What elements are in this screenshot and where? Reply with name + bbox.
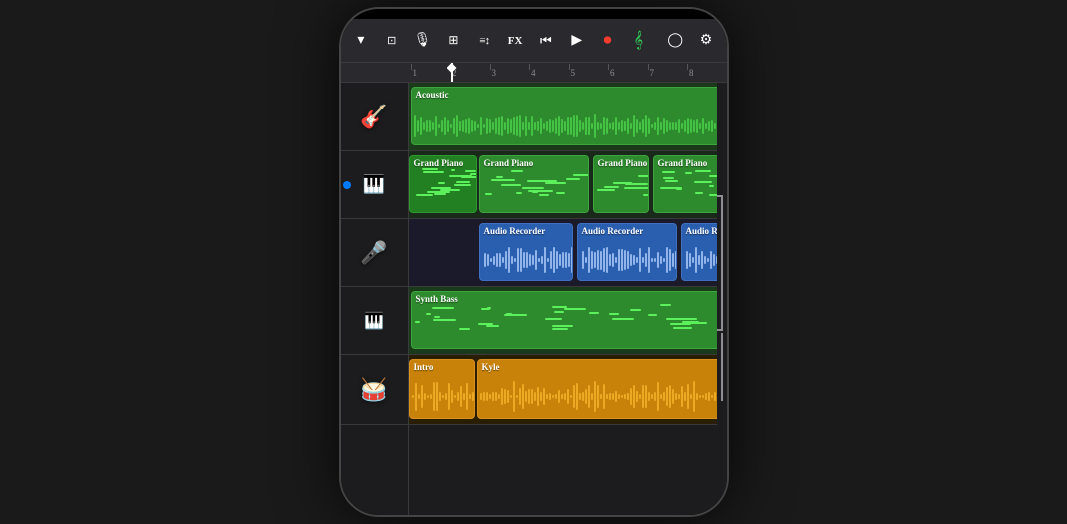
track-view-button[interactable]: ⊡: [379, 27, 404, 55]
bracket-lower: [717, 333, 723, 401]
headphones-button[interactable]: ◯: [663, 27, 688, 55]
toolbar: ▾ ⊡ 🎙 ⊞ ≡↕ FX ⏮ ▶ ⏺ 𝄞 ◯ ⚙: [341, 19, 727, 63]
piano-clip-2[interactable]: Grand Piano: [593, 155, 649, 213]
synth-bass-track[interactable]: Synth Bass: [409, 287, 717, 355]
ruler: 1 2 3 4 5 6 7 8: [341, 63, 727, 83]
synth-icon: 🎹: [364, 311, 384, 331]
screen: ▾ ⊡ 🎙 ⊞ ≡↕ FX ⏮ ▶ ⏺ 𝄞 ◯ ⚙ 1 2 3 4 5 6 7: [341, 9, 727, 515]
synth-clip-main[interactable]: Synth Bass: [411, 291, 717, 349]
piano-side-indicator: [343, 181, 351, 189]
drums-track[interactable]: Intro Kyle: [409, 355, 717, 425]
piano-clip-0[interactable]: Grand Piano: [409, 155, 477, 213]
track-header-acoustic[interactable]: 🎸: [341, 83, 408, 151]
track-header-audio[interactable]: 🎤: [341, 219, 408, 287]
drums-intro-label: Intro: [410, 360, 474, 374]
tracks-content: Acoustic Grand Piano: [409, 83, 717, 515]
ruler-mark-6: 6: [608, 68, 648, 78]
play-button[interactable]: ▶: [564, 27, 589, 55]
tuner-button[interactable]: 𝄞: [626, 27, 651, 55]
phone-container: ▾ ⊡ 🎙 ⊞ ≡↕ FX ⏮ ▶ ⏺ 𝄞 ◯ ⚙ 1 2 3 4 5 6 7: [339, 7, 729, 517]
track-headers: 🎸 🎹 🎤 🎹 🥁: [341, 83, 409, 515]
grid-button[interactable]: ⊞: [441, 27, 466, 55]
drums-kyle-clip[interactable]: Kyle: [477, 359, 717, 419]
playhead[interactable]: [451, 63, 453, 82]
settings-button[interactable]: ⚙: [694, 27, 719, 55]
audio-clip-0-label: Audio Recorder: [480, 224, 572, 238]
microphone-icon: 🎤: [360, 240, 387, 266]
audio-clip-2[interactable]: Audio Recorder: [681, 223, 717, 281]
mixer-button[interactable]: ≡↕: [472, 27, 497, 55]
acoustic-track[interactable]: Acoustic: [409, 83, 717, 151]
drums-kyle-label: Kyle: [478, 360, 717, 374]
status-bar: [341, 9, 727, 19]
ruler-mark-8: 8: [687, 68, 727, 78]
audio-clip-0[interactable]: Audio Recorder: [479, 223, 573, 281]
microphone-button[interactable]: 🎙: [410, 27, 435, 55]
ruler-marks: 1 2 3 4 5 6 7 8: [411, 68, 727, 78]
acoustic-clip-label: Acoustic: [412, 88, 717, 102]
audio-clip-1[interactable]: Audio Recorder: [577, 223, 677, 281]
track-header-piano[interactable]: 🎹: [341, 151, 408, 219]
audio-clip-1-label: Audio Recorder: [578, 224, 676, 238]
ruler-mark-4: 4: [529, 68, 569, 78]
fx-button[interactable]: FX: [503, 27, 528, 55]
acoustic-guitar-icon: 🎸: [360, 104, 387, 130]
audio-recorder-track[interactable]: Audio Recorder Audio Recorder Audio Reco…: [409, 219, 717, 287]
track-header-drums[interactable]: 🥁: [341, 355, 408, 425]
ruler-mark-5: 5: [569, 68, 609, 78]
ruler-mark-1: 1: [411, 68, 451, 78]
rewind-button[interactable]: ⏮: [533, 27, 558, 55]
ruler-mark-2: 2: [450, 68, 490, 78]
audio-clip-2-label: Audio Recorder: [682, 224, 717, 238]
drums-icon: 🥁: [360, 377, 387, 403]
ruler-mark-7: 7: [648, 68, 688, 78]
acoustic-clip-main[interactable]: Acoustic: [411, 87, 717, 145]
dropdown-button[interactable]: ▾: [349, 27, 374, 55]
piano-clip-1[interactable]: Grand Piano: [479, 155, 589, 213]
drums-intro-clip[interactable]: Intro: [409, 359, 475, 419]
record-button[interactable]: ⏺: [595, 27, 620, 55]
piano-icon: 🎹: [363, 174, 385, 195]
ruler-mark-3: 3: [490, 68, 530, 78]
piano-track[interactable]: Grand Piano Grand Piano Grand Piano: [409, 151, 717, 219]
track-header-synth[interactable]: 🎹: [341, 287, 408, 355]
tracks-area: 🎸 🎹 🎤 🎹 🥁: [341, 83, 727, 515]
piano-clip-3[interactable]: Grand Piano: [653, 155, 717, 213]
right-bracket-area: [717, 83, 727, 515]
bracket-upper: [717, 195, 723, 331]
